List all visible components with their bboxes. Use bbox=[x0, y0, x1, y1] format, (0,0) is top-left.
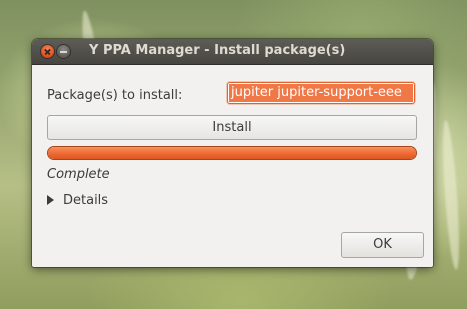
install-button[interactable]: Install bbox=[47, 115, 417, 140]
status-text: Complete bbox=[47, 167, 110, 182]
packages-label: Package(s) to install: bbox=[47, 88, 183, 103]
minimize-icon[interactable] bbox=[57, 45, 70, 58]
progress-bar-fill bbox=[48, 147, 416, 159]
window-title: Y PPA Manager - Install package(s) bbox=[89, 43, 346, 58]
titlebar[interactable]: Y PPA Manager - Install package(s) bbox=[32, 39, 433, 65]
packages-input-value: jupiter jupiter-support-eee bbox=[229, 84, 413, 102]
wallpaper-grass bbox=[439, 119, 463, 271]
close-icon[interactable] bbox=[41, 45, 54, 58]
packages-input[interactable]: jupiter jupiter-support-eee bbox=[227, 82, 415, 104]
install-dialog-window: Y PPA Manager - Install package(s) Packa… bbox=[32, 39, 433, 267]
ok-button[interactable]: OK bbox=[341, 232, 424, 258]
details-expander[interactable]: Details bbox=[47, 192, 108, 208]
expander-arrow-icon[interactable] bbox=[47, 195, 54, 205]
details-label: Details bbox=[63, 192, 109, 208]
progress-bar bbox=[47, 146, 417, 160]
